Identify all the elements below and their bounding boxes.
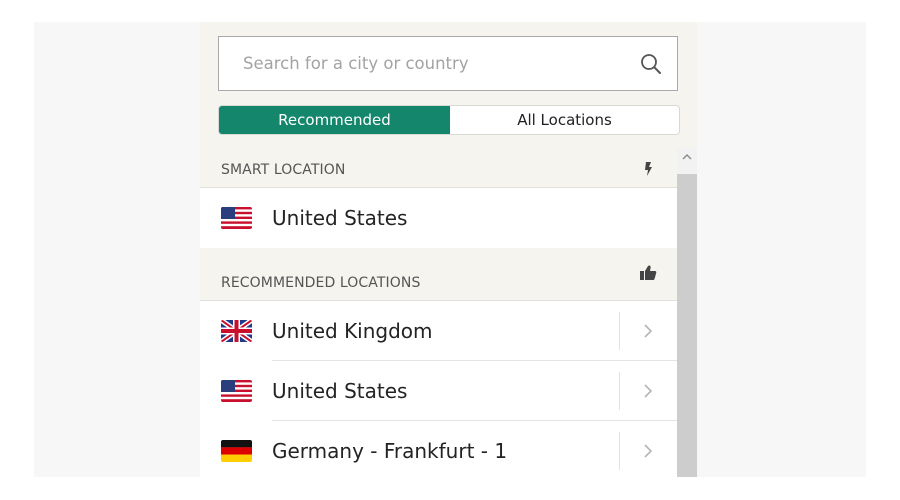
smart-location-row[interactable]: United States xyxy=(200,188,677,248)
uk-flag-icon xyxy=(221,320,252,342)
location-row-united-kingdom[interactable]: United Kingdom xyxy=(200,301,677,361)
us-flag-icon xyxy=(221,380,252,402)
location-tabs: Recommended All Locations xyxy=(218,105,680,135)
row-divider xyxy=(619,312,620,350)
smart-location-header: SMART LOCATION xyxy=(200,148,677,188)
location-name: United Kingdom xyxy=(272,319,433,343)
tab-recommended[interactable]: Recommended xyxy=(219,106,450,134)
location-name: United States xyxy=(272,379,408,403)
section-title: RECOMMENDED LOCATIONS xyxy=(221,275,421,291)
search-icon[interactable] xyxy=(639,52,663,76)
location-name: Germany - Frankfurt - 1 xyxy=(272,439,508,463)
de-flag-icon xyxy=(221,440,252,462)
location-picker-panel: Recommended All Locations SMART LOCATION… xyxy=(200,22,697,477)
recommended-locations-header: RECOMMENDED LOCATIONS xyxy=(200,248,677,301)
location-list: SMART LOCATION United States RECOMMENDED… xyxy=(200,148,677,477)
scroll-up-arrow-icon[interactable] xyxy=(681,152,693,162)
chevron-right-icon[interactable] xyxy=(641,442,655,460)
section-title: SMART LOCATION xyxy=(221,162,346,178)
search-box[interactable] xyxy=(218,36,678,91)
thumbs-up-icon xyxy=(640,265,657,280)
location-row-united-states[interactable]: United States xyxy=(200,361,677,421)
lightning-icon xyxy=(645,162,652,176)
tab-all-locations[interactable]: All Locations xyxy=(450,106,679,134)
chevron-right-icon[interactable] xyxy=(641,322,655,340)
row-divider xyxy=(619,372,620,410)
location-name: United States xyxy=(272,206,408,230)
scrollbar-thumb[interactable] xyxy=(677,174,697,477)
us-flag-icon xyxy=(221,207,252,229)
row-divider xyxy=(619,432,620,470)
search-input[interactable] xyxy=(219,37,643,90)
list-scrollbar[interactable] xyxy=(677,148,697,477)
location-row-germany-frankfurt-1[interactable]: Germany - Frankfurt - 1 xyxy=(200,421,677,477)
chevron-right-icon[interactable] xyxy=(641,382,655,400)
